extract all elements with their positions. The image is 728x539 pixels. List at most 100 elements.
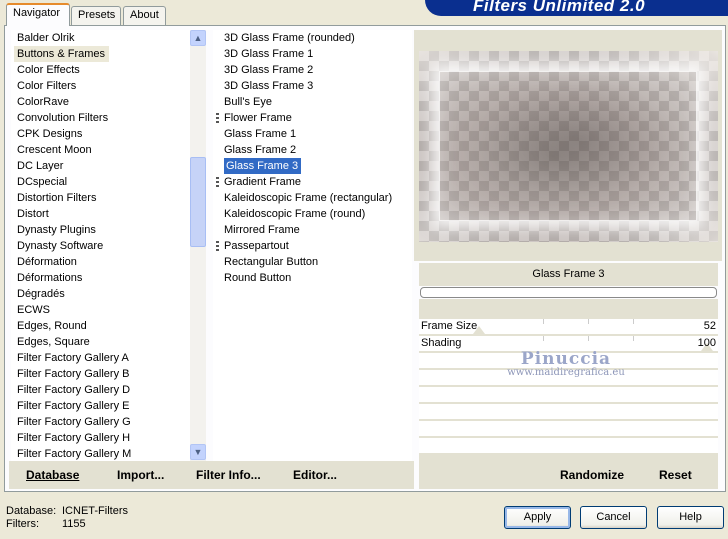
scroll-thumb[interactable] [190,157,206,247]
category-item[interactable]: Déformation [14,254,205,270]
filters-count-value: 1155 [62,518,86,530]
selected-filter-name: Glass Frame 3 [419,263,718,286]
category-item[interactable]: Déformations [14,270,205,286]
param-label: Frame Size [421,320,478,332]
filter-item[interactable]: Kaleidoscopic Frame (rectangular) [220,190,412,206]
category-list[interactable]: Balder Olrik Buttons & Frames Color Effect… [11,30,205,461]
category-item[interactable]: Distortion Filters [14,190,205,206]
category-item[interactable]: Color Filters [14,78,205,94]
tab-about[interactable]: About [123,6,166,25]
filter-item[interactable]: Glass Frame 3 [220,158,412,174]
group-marker-icon [216,113,219,124]
category-item[interactable]: Edges, Round [14,318,205,334]
apply-button[interactable]: Apply [504,506,571,529]
slider-ticks [499,336,678,341]
param-value: 52 [703,320,716,332]
filter-item-label: Rectangular Button [224,256,319,268]
category-item[interactable]: Filter Factory Gallery M [14,446,205,461]
category-item[interactable]: Filter Factory Gallery B [14,366,205,382]
preview-image [419,51,718,242]
filter-item[interactable]: Round Button [220,270,412,286]
help-button[interactable]: Help [657,506,724,529]
progress-bar [420,287,717,298]
editor-button[interactable]: Editor... [293,468,337,482]
group-marker-icon [216,177,219,188]
filter-item[interactable]: Passepartout [216,238,412,254]
category-item[interactable]: Filter Factory Gallery H [14,430,205,446]
filter-item-label: Glass Frame 3 [224,158,302,174]
tab-presets[interactable]: Presets [71,6,121,25]
filter-item-label: 3D Glass Frame 3 [224,80,314,92]
category-item[interactable]: ECWS [14,302,205,318]
slider-ticks [499,319,678,324]
param-row-frame-size[interactable]: Frame Size 52 [419,319,718,335]
spacer [419,299,718,319]
filter-item[interactable]: 3D Glass Frame 1 [220,46,412,62]
category-item[interactable]: DCspecial [14,174,205,190]
scroll-up-button[interactable]: ▲ [190,30,206,46]
param-row-empty [419,404,718,420]
filter-item[interactable]: Glass Frame 2 [220,142,412,158]
reset-button[interactable]: Reset [659,468,692,482]
category-item[interactable]: Buttons & Frames [14,46,110,62]
watermark-url: www.maidiregrafica.eu [507,367,625,378]
import-button[interactable]: Import... [117,468,164,482]
database-label: Database [26,468,80,482]
category-item[interactable]: Convolution Filters [14,110,205,126]
filter-item-label: Bull's Eye [224,96,272,108]
category-item[interactable]: Filter Factory Gallery A [14,350,205,366]
filter-item-label: Kaleidoscopic Frame (round) [224,208,366,220]
scroll-down-button[interactable]: ▼ [190,444,206,460]
app-title-banner: Filters Unlimited 2.0 [425,0,728,16]
randomize-label: Randomize [560,468,625,482]
category-item[interactable]: DC Layer [14,158,205,174]
filter-item-label: Flower Frame [224,112,292,124]
filter-item[interactable]: 3D Glass Frame 2 [220,62,412,78]
filter-item[interactable]: Bull's Eye [220,94,412,110]
filter-info-button[interactable]: Filter Info... [196,468,261,482]
filter-item[interactable]: Flower Frame [216,110,412,126]
watermark: Pinuccia www.maidiregrafica.eu [486,349,646,378]
category-item[interactable]: ColorRave [14,94,205,110]
category-item[interactable]: CPK Designs [14,126,205,142]
category-item[interactable]: Filter Factory Gallery G [14,414,205,430]
category-item[interactable]: Filter Factory Gallery E [14,398,205,414]
filter-item[interactable]: Mirrored Frame [220,222,412,238]
param-row-empty [419,438,718,454]
cancel-button[interactable]: Cancel [580,506,647,529]
filter-item[interactable]: Kaleidoscopic Frame (round) [220,206,412,222]
group-marker-icon [216,241,219,252]
category-scrollbar[interactable]: ▲ ▼ [190,30,206,461]
database-footer-value: ICNET-Filters [62,505,128,517]
param-value: 100 [697,337,716,349]
param-row-empty [419,421,718,437]
randomize-button[interactable]: Randomize [560,468,624,482]
filter-item-label: 3D Glass Frame (rounded) [224,32,355,44]
filter-item[interactable]: 3D Glass Frame (rounded) [220,30,412,46]
filters-count-label: Filters: [6,518,39,530]
category-item[interactable]: Color Effects [14,62,205,78]
filter-item[interactable]: Rectangular Button [220,254,412,270]
preview-frame [439,71,697,221]
filter-list[interactable]: 3D Glass Frame (rounded) 3D Glass Frame 1… [213,30,412,461]
category-item[interactable]: Distort [14,206,205,222]
category-item[interactable]: Dégradés [14,286,205,302]
category-item[interactable]: Dynasty Software [14,238,205,254]
category-item[interactable]: Balder Olrik [14,30,205,46]
editor-label: Editor... [293,468,338,482]
filter-item[interactable]: Glass Frame 1 [220,126,412,142]
filter-item-label: Glass Frame 2 [224,144,297,156]
category-item[interactable]: Dynasty Plugins [14,222,205,238]
filter-item-label: Mirrored Frame [224,224,300,236]
category-item[interactable]: Crescent Moon [14,142,205,158]
filter-item-label: Gradient Frame [224,176,302,188]
tab-navigator[interactable]: Navigator [6,3,70,26]
database-button[interactable]: Database [26,468,79,482]
filter-item[interactable]: 3D Glass Frame 3 [220,78,412,94]
category-item[interactable]: Edges, Square [14,334,205,350]
filter-info-label: Filter Info... [196,468,261,482]
category-item[interactable]: Filter Factory Gallery D [14,382,205,398]
filter-item-label: Glass Frame 1 [224,128,297,140]
filter-item-label: Passepartout [224,240,289,252]
filter-item[interactable]: Gradient Frame [216,174,412,190]
